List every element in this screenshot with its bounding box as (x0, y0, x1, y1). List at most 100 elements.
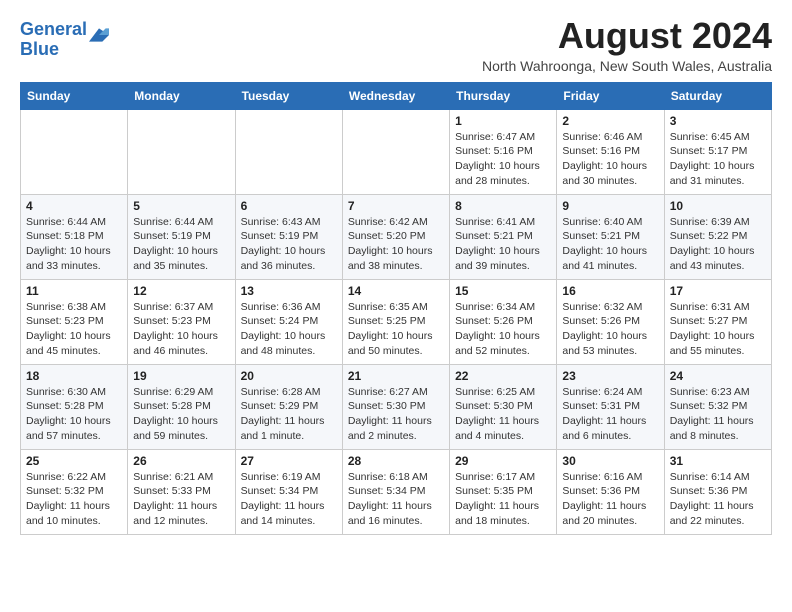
calendar-cell: 27Sunrise: 6:19 AM Sunset: 5:34 PM Dayli… (235, 449, 342, 534)
day-number: 5 (133, 199, 229, 213)
day-number: 28 (348, 454, 444, 468)
day-info: Sunrise: 6:39 AM Sunset: 5:22 PM Dayligh… (670, 216, 755, 272)
title-block: August 2024 North Wahroonga, New South W… (482, 16, 772, 74)
day-number: 22 (455, 369, 551, 383)
calendar-header-row: SundayMondayTuesdayWednesdayThursdayFrid… (21, 82, 772, 109)
day-number: 25 (26, 454, 122, 468)
calendar-cell: 12 Sunrise: 6:37 AM Sunset: 5:23 PM Dayli… (128, 279, 235, 364)
day-info: Sunrise: 6:25 AM Sunset: 5:30 PM Dayligh… (455, 386, 539, 442)
day-number: 31 (670, 454, 766, 468)
day-info: Sunrise: 6:32 AM Sunset: 5:26 PM Dayligh… (562, 301, 647, 357)
day-number: 29 (455, 454, 551, 468)
calendar-cell (342, 109, 449, 194)
calendar-cell: 11Sunrise: 6:38 AM Sunset: 5:23 PM Dayli… (21, 279, 128, 364)
day-info: Sunrise: 6:44 AM Sunset: 5:19 PM Dayligh… (133, 216, 218, 272)
day-number: 2 (562, 114, 658, 128)
logo-icon (89, 28, 109, 42)
calendar-cell: 31 Sunrise: 6:14 AM Sunset: 5:36 PM Dayli… (664, 449, 771, 534)
day-number: 17 (670, 284, 766, 298)
calendar-cell: 21 Sunrise: 6:27 AM Sunset: 5:30 PM Dayli… (342, 364, 449, 449)
day-number: 7 (348, 199, 444, 213)
calendar-cell: 8 Sunrise: 6:41 AM Sunset: 5:21 PM Daylig… (450, 194, 557, 279)
calendar-cell: 30Sunrise: 6:16 AM Sunset: 5:36 PM Dayli… (557, 449, 664, 534)
header-tuesday: Tuesday (235, 82, 342, 109)
logo: General Blue (20, 20, 109, 60)
day-info: Sunrise: 6:16 AM Sunset: 5:36 PM Dayligh… (562, 471, 646, 527)
calendar-cell (21, 109, 128, 194)
day-number: 20 (241, 369, 337, 383)
calendar-cell: 22 Sunrise: 6:25 AM Sunset: 5:30 PM Dayli… (450, 364, 557, 449)
day-info: Sunrise: 6:40 AM Sunset: 5:21 PM Dayligh… (562, 216, 647, 272)
day-number: 23 (562, 369, 658, 383)
day-number: 15 (455, 284, 551, 298)
header-saturday: Saturday (664, 82, 771, 109)
day-info: Sunrise: 6:28 AM Sunset: 5:29 PM Dayligh… (241, 386, 325, 442)
calendar-cell: 15 Sunrise: 6:34 AM Sunset: 5:26 PM Dayli… (450, 279, 557, 364)
month-title: August 2024 (482, 16, 772, 56)
calendar-cell: 17Sunrise: 6:31 AM Sunset: 5:27 PM Dayli… (664, 279, 771, 364)
day-info: Sunrise: 6:46 AM Sunset: 5:16 PM Dayligh… (562, 131, 647, 187)
day-number: 21 (348, 369, 444, 383)
day-number: 14 (348, 284, 444, 298)
day-info: Sunrise: 6:14 AM Sunset: 5:36 PM Dayligh… (670, 471, 754, 527)
day-info: Sunrise: 6:27 AM Sunset: 5:30 PM Dayligh… (348, 386, 432, 442)
week-row-1: 1 Sunrise: 6:47 AM Sunset: 5:16 PM Daylig… (21, 109, 772, 194)
calendar-cell: 9 Sunrise: 6:40 AM Sunset: 5:21 PM Daylig… (557, 194, 664, 279)
day-info: Sunrise: 6:42 AM Sunset: 5:20 PM Dayligh… (348, 216, 433, 272)
header-wednesday: Wednesday (342, 82, 449, 109)
day-number: 18 (26, 369, 122, 383)
week-row-5: 25 Sunrise: 6:22 AM Sunset: 5:32 PM Dayli… (21, 449, 772, 534)
calendar-cell: 26Sunrise: 6:21 AM Sunset: 5:33 PM Dayli… (128, 449, 235, 534)
day-info: Sunrise: 6:37 AM Sunset: 5:23 PM Dayligh… (133, 301, 218, 357)
calendar-cell: 23 Sunrise: 6:24 AM Sunset: 5:31 PM Dayli… (557, 364, 664, 449)
location: North Wahroonga, New South Wales, Austra… (482, 58, 772, 74)
day-number: 26 (133, 454, 229, 468)
day-info: Sunrise: 6:24 AM Sunset: 5:31 PM Dayligh… (562, 386, 646, 442)
day-info: Sunrise: 6:17 AM Sunset: 5:35 PM Dayligh… (455, 471, 539, 527)
day-number: 13 (241, 284, 337, 298)
day-number: 19 (133, 369, 229, 383)
calendar-cell: 24 Sunrise: 6:23 AM Sunset: 5:32 PM Dayli… (664, 364, 771, 449)
calendar-cell: 1 Sunrise: 6:47 AM Sunset: 5:16 PM Daylig… (450, 109, 557, 194)
day-number: 9 (562, 199, 658, 213)
calendar-table: SundayMondayTuesdayWednesdayThursdayFrid… (20, 82, 772, 535)
day-number: 11 (26, 284, 122, 298)
day-number: 16 (562, 284, 658, 298)
day-number: 8 (455, 199, 551, 213)
day-info: Sunrise: 6:23 AM Sunset: 5:32 PM Dayligh… (670, 386, 754, 442)
calendar-cell: 13 Sunrise: 6:36 AM Sunset: 5:24 PM Dayli… (235, 279, 342, 364)
day-number: 4 (26, 199, 122, 213)
day-number: 12 (133, 284, 229, 298)
calendar-cell (235, 109, 342, 194)
day-info: Sunrise: 6:30 AM Sunset: 5:28 PM Dayligh… (26, 386, 111, 442)
calendar-cell: 5 Sunrise: 6:44 AM Sunset: 5:19 PM Daylig… (128, 194, 235, 279)
day-info: Sunrise: 6:22 AM Sunset: 5:32 PM Dayligh… (26, 471, 110, 527)
header-friday: Friday (557, 82, 664, 109)
day-info: Sunrise: 6:36 AM Sunset: 5:24 PM Dayligh… (241, 301, 326, 357)
calendar-cell: 14Sunrise: 6:35 AM Sunset: 5:25 PM Dayli… (342, 279, 449, 364)
day-number: 3 (670, 114, 766, 128)
calendar-cell: 18 Sunrise: 6:30 AM Sunset: 5:28 PM Dayli… (21, 364, 128, 449)
logo-line2: Blue (20, 39, 59, 59)
day-number: 6 (241, 199, 337, 213)
week-row-2: 4 Sunrise: 6:44 AM Sunset: 5:18 PM Daylig… (21, 194, 772, 279)
calendar-cell: 20 Sunrise: 6:28 AM Sunset: 5:29 PM Dayli… (235, 364, 342, 449)
day-number: 24 (670, 369, 766, 383)
day-info: Sunrise: 6:44 AM Sunset: 5:18 PM Dayligh… (26, 216, 111, 272)
day-info: Sunrise: 6:41 AM Sunset: 5:21 PM Dayligh… (455, 216, 540, 272)
calendar-cell (128, 109, 235, 194)
calendar-cell: 25 Sunrise: 6:22 AM Sunset: 5:32 PM Dayli… (21, 449, 128, 534)
day-info: Sunrise: 6:18 AM Sunset: 5:34 PM Dayligh… (348, 471, 432, 527)
calendar-cell: 7 Sunrise: 6:42 AM Sunset: 5:20 PM Daylig… (342, 194, 449, 279)
calendar-cell: 3Sunrise: 6:45 AM Sunset: 5:17 PM Daylig… (664, 109, 771, 194)
day-info: Sunrise: 6:47 AM Sunset: 5:16 PM Dayligh… (455, 131, 540, 187)
calendar-cell: 4 Sunrise: 6:44 AM Sunset: 5:18 PM Daylig… (21, 194, 128, 279)
calendar-cell: 2 Sunrise: 6:46 AM Sunset: 5:16 PM Daylig… (557, 109, 664, 194)
calendar-cell: 6 Sunrise: 6:43 AM Sunset: 5:19 PM Daylig… (235, 194, 342, 279)
day-info: Sunrise: 6:43 AM Sunset: 5:19 PM Dayligh… (241, 216, 326, 272)
day-number: 1 (455, 114, 551, 128)
day-info: Sunrise: 6:29 AM Sunset: 5:28 PM Dayligh… (133, 386, 218, 442)
day-number: 10 (670, 199, 766, 213)
calendar-cell: 28 Sunrise: 6:18 AM Sunset: 5:34 PM Dayli… (342, 449, 449, 534)
day-info: Sunrise: 6:34 AM Sunset: 5:26 PM Dayligh… (455, 301, 540, 357)
